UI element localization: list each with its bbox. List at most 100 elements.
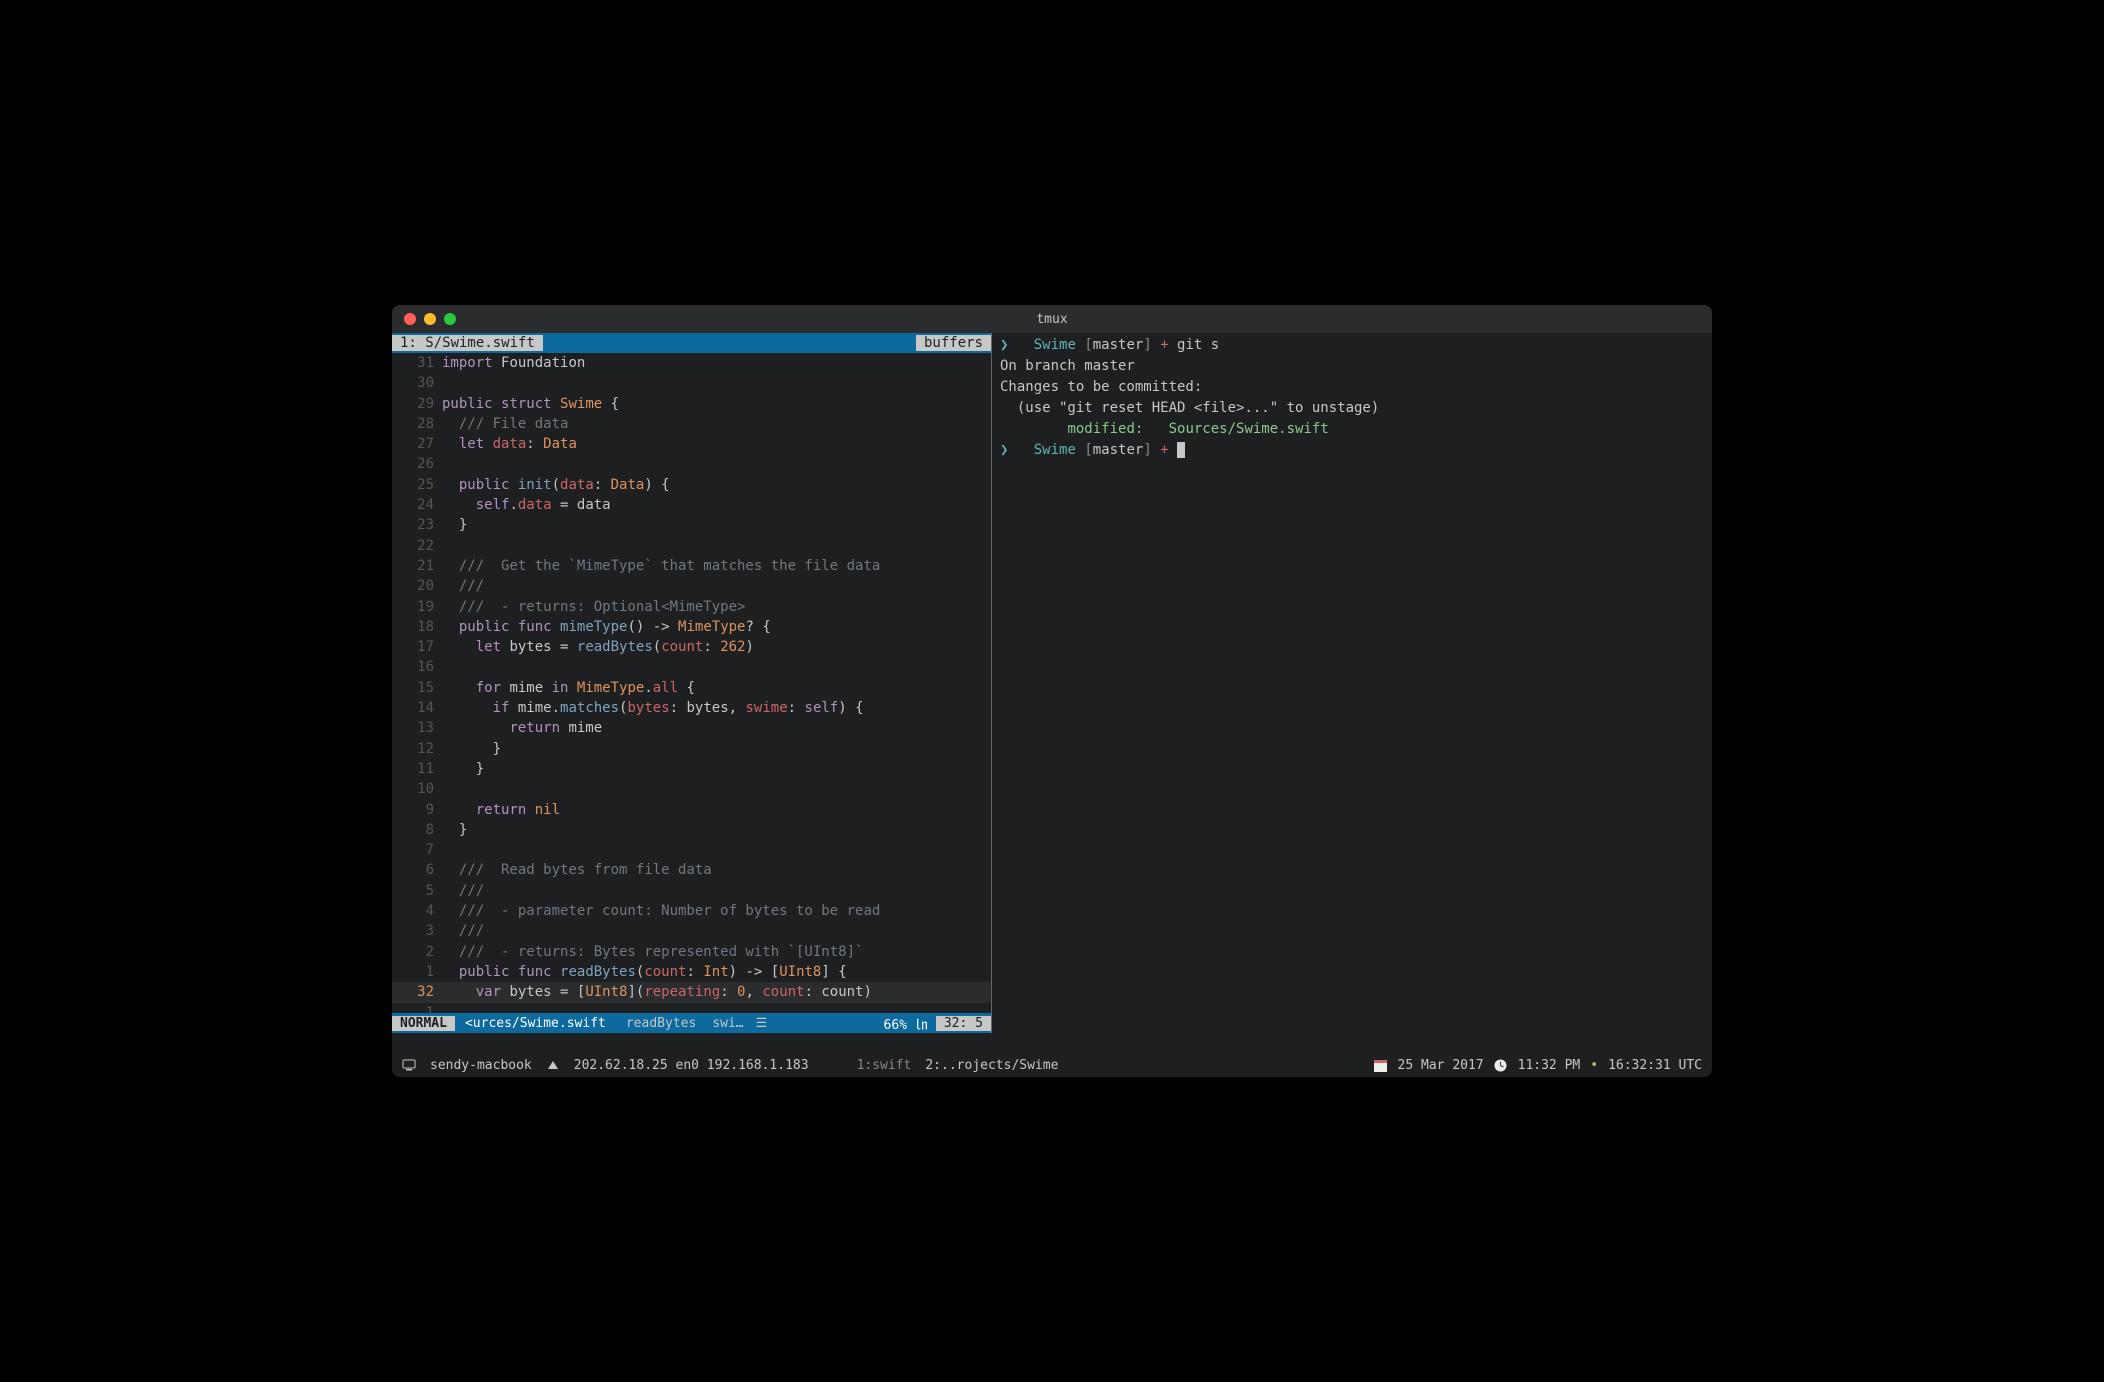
code-line[interactable]: 11 } xyxy=(392,759,991,779)
code-line[interactable]: 13 return mime xyxy=(392,718,991,738)
tmux-window-2[interactable]: 2:..rojects/Swime xyxy=(925,1058,1058,1073)
close-icon[interactable] xyxy=(404,313,416,325)
line-number: 32 xyxy=(392,982,442,1002)
terminal-line: modified: Sources/Swime.swift xyxy=(1000,419,1704,440)
line-number: 23 xyxy=(392,515,442,535)
code-line[interactable]: 14 if mime.matches(bytes: bytes, swime: … xyxy=(392,698,991,718)
code-line[interactable]: 32 var bytes = [UInt8](repeating: 0, cou… xyxy=(392,982,991,1002)
code-content: public func readBytes(count: Int) -> [UI… xyxy=(442,962,991,982)
editor-pane[interactable]: 1: S/Swime.swift buffers 31import Founda… xyxy=(392,333,992,1033)
code-content: /// - returns: Optional<MimeType> xyxy=(442,597,991,617)
code-line[interactable]: 12 } xyxy=(392,739,991,759)
statusline-function: readBytes xyxy=(616,1016,706,1031)
code-content: } xyxy=(442,820,991,840)
code-line[interactable]: 22 xyxy=(392,536,991,556)
code-content xyxy=(442,1003,991,1014)
traffic-lights xyxy=(404,313,456,325)
line-number: 11 xyxy=(392,759,442,779)
code-content: /// Get the `MimeType` that matches the … xyxy=(442,556,991,576)
code-line[interactable]: 5 /// xyxy=(392,881,991,901)
code-line[interactable]: 8 } xyxy=(392,820,991,840)
code-line[interactable]: 29public struct Swime { xyxy=(392,394,991,414)
statusline-filetype: swi… xyxy=(706,1016,749,1031)
line-number: 28 xyxy=(392,414,442,434)
code-editor[interactable]: 31import Foundation3029public struct Swi… xyxy=(392,353,991,1013)
code-content: } xyxy=(442,515,991,535)
code-line[interactable]: 30 xyxy=(392,373,991,393)
line-number: 12 xyxy=(392,739,442,759)
code-content: } xyxy=(442,739,991,759)
code-line[interactable]: 6 /// Read bytes from file data xyxy=(392,860,991,880)
terminal-line: ❯ Swime [master] + xyxy=(1000,440,1704,461)
code-line[interactable]: 28 /// File data xyxy=(392,414,991,434)
statusline-percent: 66% ㏑ xyxy=(876,1014,936,1033)
code-line[interactable]: 1 public func readBytes(count: Int) -> [… xyxy=(392,962,991,982)
tab-buffers-label[interactable]: buffers xyxy=(916,335,991,351)
line-number: 8 xyxy=(392,820,442,840)
code-line[interactable]: 17 let bytes = readBytes(count: 262) xyxy=(392,637,991,657)
code-content: /// xyxy=(442,576,991,596)
line-number: 9 xyxy=(392,800,442,820)
titlebar: tmux xyxy=(392,305,1712,333)
code-content: return mime xyxy=(442,718,991,738)
code-line[interactable]: 18 public func mimeType() -> MimeType? { xyxy=(392,617,991,637)
line-number: 15 xyxy=(392,678,442,698)
code-line[interactable]: 20 /// xyxy=(392,576,991,596)
line-number: 17 xyxy=(392,637,442,657)
code-line[interactable]: 23 } xyxy=(392,515,991,535)
separator-dot: • xyxy=(1590,1058,1598,1073)
code-content: if mime.matches(bytes: bytes, swime: sel… xyxy=(442,698,991,718)
line-number: 1 xyxy=(392,962,442,982)
vim-mode: NORMAL xyxy=(392,1016,455,1031)
zoom-icon[interactable] xyxy=(444,313,456,325)
line-number: 5 xyxy=(392,881,442,901)
code-content: public init(data: Data) { xyxy=(442,475,991,495)
minimize-icon[interactable] xyxy=(424,313,436,325)
tmux-network: 202.62.18.25 en0 192.168.1.183 xyxy=(574,1058,809,1073)
code-line[interactable]: 9 return nil xyxy=(392,800,991,820)
statusline-file: <urces/Swime.swift xyxy=(455,1016,616,1031)
tmux-window-1[interactable]: 1:swift xyxy=(857,1058,912,1073)
line-number: 21 xyxy=(392,556,442,576)
tmux-panes: 1: S/Swime.swift buffers 31import Founda… xyxy=(392,333,1712,1033)
code-line[interactable]: 15 for mime in MimeType.all { xyxy=(392,678,991,698)
code-content xyxy=(442,657,991,677)
code-line[interactable]: 4 /// - parameter count: Number of bytes… xyxy=(392,901,991,921)
tab-current-file[interactable]: 1: S/Swime.swift xyxy=(392,335,543,351)
code-content: var bytes = [UInt8](repeating: 0, count:… xyxy=(442,982,991,1002)
code-line[interactable]: 26 xyxy=(392,454,991,474)
statusline-trail-icon: ☰ xyxy=(750,1016,774,1031)
code-line[interactable]: 27 let data: Data xyxy=(392,434,991,454)
code-content: public func mimeType() -> MimeType? { xyxy=(442,617,991,637)
code-line[interactable]: 19 /// - returns: Optional<MimeType> xyxy=(392,597,991,617)
code-line[interactable]: 2 /// - returns: Bytes represented with … xyxy=(392,942,991,962)
code-content: /// File data xyxy=(442,414,991,434)
code-content: /// Read bytes from file data xyxy=(442,860,991,880)
window-title: tmux xyxy=(1036,312,1067,327)
line-number: 30 xyxy=(392,373,442,393)
code-line[interactable]: 1 xyxy=(392,1003,991,1014)
code-content: /// - parameter count: Number of bytes t… xyxy=(442,901,991,921)
line-number: 16 xyxy=(392,657,442,677)
code-content: for mime in MimeType.all { xyxy=(442,678,991,698)
code-line[interactable]: 21 /// Get the `MimeType` that matches t… xyxy=(392,556,991,576)
line-number: 20 xyxy=(392,576,442,596)
line-number: 14 xyxy=(392,698,442,718)
code-content xyxy=(442,536,991,556)
code-line[interactable]: 10 xyxy=(392,779,991,799)
code-line[interactable]: 7 xyxy=(392,840,991,860)
terminal-line: ❯ Swime [master] + git s xyxy=(1000,335,1704,356)
code-content: let bytes = readBytes(count: 262) xyxy=(442,637,991,657)
code-line[interactable]: 3 /// xyxy=(392,921,991,941)
tmux-statusbar: sendy-macbook 202.62.18.25 en0 192.168.1… xyxy=(392,1053,1712,1077)
code-line[interactable]: 24 self.data = data xyxy=(392,495,991,515)
line-number: 6 xyxy=(392,860,442,880)
vim-tabline: 1: S/Swime.swift buffers xyxy=(392,333,991,353)
calendar-icon xyxy=(1374,1059,1388,1072)
line-number: 7 xyxy=(392,840,442,860)
code-line[interactable]: 31import Foundation xyxy=(392,353,991,373)
shell-pane[interactable]: ❯ Swime [master] + git sOn branch master… xyxy=(992,333,1712,1033)
code-line[interactable]: 25 public init(data: Data) { xyxy=(392,475,991,495)
code-line[interactable]: 16 xyxy=(392,657,991,677)
code-content xyxy=(442,454,991,474)
